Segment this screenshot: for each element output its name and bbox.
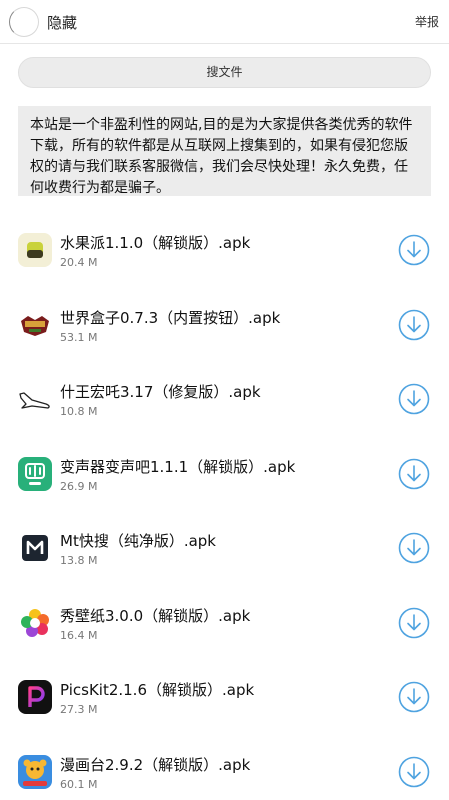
world-box-icon [18, 307, 52, 342]
list-item[interactable]: 什王宏吒3.17（修复版）.apk 10.8 M [0, 363, 449, 438]
search-file-button[interactable]: 搜文件 [18, 57, 431, 88]
download-icon[interactable] [398, 383, 430, 415]
avatar[interactable] [9, 7, 39, 37]
file-name[interactable]: Mt快搜（纯净版）.apk [60, 530, 216, 551]
file-size: 10.8 M [60, 405, 98, 418]
voice-changer-icon [18, 456, 52, 491]
list-item[interactable]: Mt快搜（纯净版）.apk 13.8 M [0, 512, 449, 587]
file-size: 13.8 M [60, 554, 98, 567]
list-item[interactable]: 漫画台2.9.2（解锁版）.apk 60.1 M [0, 736, 449, 800]
list-item[interactable]: PicsKit2.1.6（解锁版）.apk 27.3 M [0, 661, 449, 736]
airplane-icon [18, 382, 52, 416]
file-list: 水果派1.1.0（解锁版）.apk 20.4 M 世界盒子0.7.3（内置按钮）… [0, 214, 449, 800]
comic-icon [18, 754, 52, 789]
file-name[interactable]: 秀壁纸3.0.0（解锁版）.apk [60, 605, 250, 626]
mt-search-icon [18, 531, 52, 565]
notice-text: 本站是一个非盈利性的网站,目的是为大家提供各类优秀的软件下载，所有的软件都是从互… [18, 106, 431, 196]
file-name[interactable]: 变声器变声吧1.1.1（解锁版）.apk [60, 456, 295, 477]
download-icon[interactable] [398, 458, 430, 490]
file-size: 60.1 M [60, 777, 98, 791]
file-name[interactable]: 水果派1.1.0（解锁版）.apk [60, 232, 250, 253]
file-name[interactable]: 漫画台2.9.2（解锁版）.apk [60, 754, 250, 775]
file-name[interactable]: 世界盒子0.7.3（内置按钮）.apk [60, 307, 280, 328]
wallpaper-icon [18, 605, 52, 640]
download-icon[interactable] [398, 756, 430, 788]
file-size: 20.4 M [60, 256, 98, 269]
file-size: 27.3 M [60, 703, 98, 716]
page-title: 隐藏 [47, 14, 78, 32]
list-item[interactable]: 秀壁纸3.0.0（解锁版）.apk 16.4 M [0, 587, 449, 662]
file-name[interactable]: 什王宏吒3.17（修复版）.apk [60, 381, 261, 402]
download-icon[interactable] [398, 607, 430, 639]
list-item[interactable]: 世界盒子0.7.3（内置按钮）.apk 53.1 M [0, 289, 449, 364]
file-size: 53.1 M [60, 330, 98, 344]
report-link[interactable]: 举报 [415, 13, 439, 30]
download-icon[interactable] [398, 309, 430, 341]
picskit-icon [18, 680, 52, 714]
file-size: 26.9 M [60, 479, 98, 493]
download-icon[interactable] [398, 681, 430, 713]
list-item[interactable]: 水果派1.1.0（解锁版）.apk 20.4 M [0, 214, 449, 289]
top-bar: 隐藏 举报 [0, 0, 449, 44]
download-icon[interactable] [398, 532, 430, 564]
list-item[interactable]: 变声器变声吧1.1.1（解锁版）.apk 26.9 M [0, 438, 449, 513]
download-icon[interactable] [398, 234, 430, 266]
file-size: 16.4 M [60, 628, 98, 642]
file-name[interactable]: PicsKit2.1.6（解锁版）.apk [60, 679, 254, 700]
fruit-app-icon [18, 233, 52, 267]
